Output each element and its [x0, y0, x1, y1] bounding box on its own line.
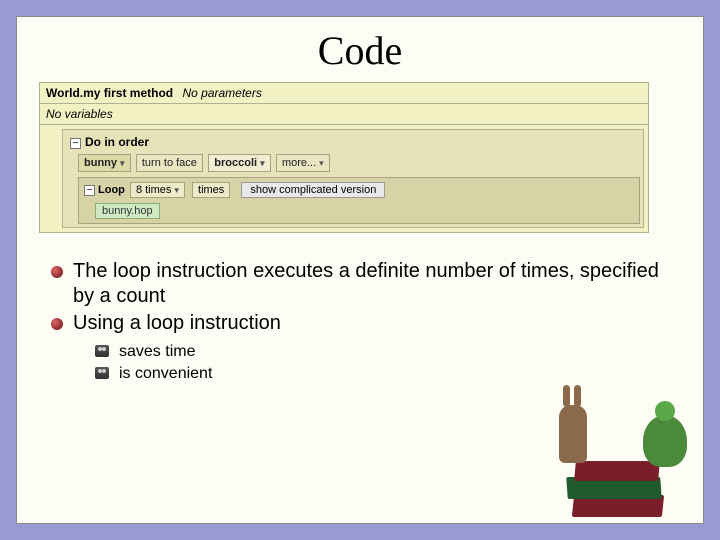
sub-bullet-list: saves time is convenient: [47, 342, 681, 384]
method-header: World.my first method No parameters: [39, 82, 649, 104]
method-owner: World.: [46, 86, 83, 100]
do-in-order-block[interactable]: −Do in order bunny▾ turn to face broccol…: [62, 129, 644, 228]
book-icon: [574, 461, 660, 481]
collapse-icon[interactable]: −: [84, 185, 95, 196]
slide: Code World.my first method No parameters…: [16, 16, 704, 524]
method-params: No parameters: [182, 86, 261, 100]
slide-title: Code: [39, 27, 681, 74]
do-in-order-label: Do in order: [85, 135, 149, 149]
loop-count-label: 8 times: [136, 184, 171, 196]
loop-times-tile: times: [192, 182, 230, 198]
sub-bullet-item: is convenient: [95, 364, 681, 384]
do-in-order-header[interactable]: −Do in order: [66, 133, 640, 151]
loop-block[interactable]: −Loop 8 times▾ times show complicated ve…: [78, 177, 640, 224]
chevron-down-icon: ▾: [260, 158, 265, 168]
loop-body: bunny.hop: [81, 200, 637, 221]
loop-label: Loop: [98, 184, 125, 196]
show-complicated-button[interactable]: show complicated version: [241, 182, 385, 198]
loop-count-tile[interactable]: 8 times▾: [130, 182, 185, 198]
target-label: broccoli: [214, 157, 257, 169]
bunny-icon: [559, 405, 587, 463]
method-call-tile[interactable]: bunny.hop: [95, 203, 160, 219]
more-label: more...: [282, 157, 316, 169]
decorative-characters: [559, 407, 689, 517]
action-tile[interactable]: turn to face: [136, 154, 203, 172]
turn-to-face-row: bunny▾ turn to face broccoli▾ more...▾: [66, 151, 640, 175]
object-label: bunny: [84, 157, 117, 169]
bullet-item: Using a loop instruction: [47, 311, 681, 336]
chevron-down-icon: ▾: [120, 158, 125, 168]
target-tile[interactable]: broccoli▾: [208, 154, 270, 172]
turtle-icon: [643, 415, 687, 467]
chevron-down-icon: ▾: [319, 158, 324, 168]
method-name: my first method: [83, 86, 173, 100]
variables-section: No variables: [39, 104, 649, 125]
more-tile[interactable]: more...▾: [276, 154, 330, 172]
code-editor: World.my first method No parameters No v…: [39, 82, 649, 233]
chevron-down-icon: ▾: [174, 185, 179, 195]
loop-header: −Loop 8 times▾ times show complicated ve…: [81, 180, 637, 200]
collapse-icon[interactable]: −: [70, 138, 81, 149]
bullet-item: The loop instruction executes a definite…: [47, 259, 681, 309]
bullet-list: The loop instruction executes a definite…: [39, 259, 681, 384]
sub-bullet-item: saves time: [95, 342, 681, 362]
object-tile[interactable]: bunny▾: [78, 154, 131, 172]
method-body: −Do in order bunny▾ turn to face broccol…: [39, 125, 649, 233]
